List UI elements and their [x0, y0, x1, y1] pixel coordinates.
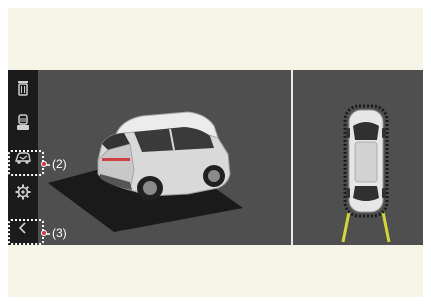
settings-button[interactable] — [11, 180, 35, 204]
callout-label-3: (3) — [52, 226, 67, 240]
3d-car-view — [48, 111, 243, 232]
callout-marker-3 — [41, 230, 47, 236]
callout-frame-3 — [8, 219, 44, 245]
callout-label-2: (2) — [52, 157, 67, 171]
guide-line-right — [381, 211, 391, 243]
manual-panel: (2) (3) — [8, 8, 423, 297]
seat-view-button[interactable] — [11, 111, 35, 135]
callout-marker-2 — [41, 161, 47, 167]
guide-line-left — [341, 211, 351, 243]
bin-seat-icon — [17, 114, 29, 130]
callout-frame-2 — [8, 150, 44, 176]
surround-view-screen: (2) (3) — [8, 70, 423, 245]
car-model-top — [346, 109, 386, 213]
page: (2) (3) — [0, 0, 431, 305]
trash-can-icon — [18, 81, 28, 96]
car-model-3d — [97, 111, 231, 200]
gear-icon — [15, 184, 31, 200]
top-down-view — [341, 104, 391, 243]
trash-button[interactable] — [11, 76, 35, 100]
